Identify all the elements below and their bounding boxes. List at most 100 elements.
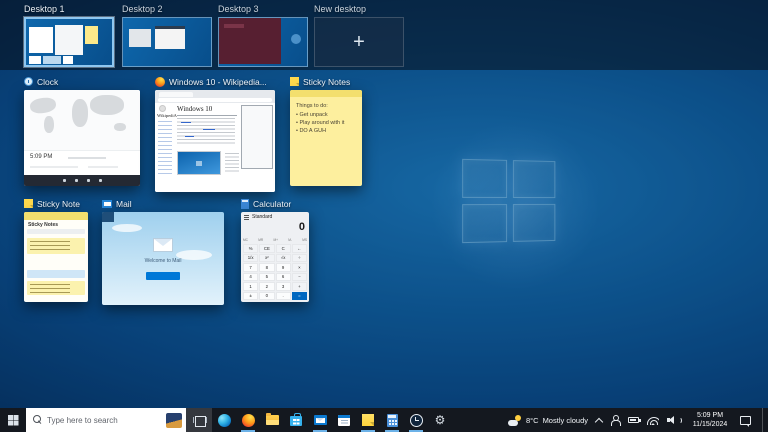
tray-time: 5:09 PM [688, 411, 732, 420]
plus-icon: + [353, 32, 365, 52]
memory-key: MS [302, 238, 307, 242]
key-row: 1/x x² √x ÷ [243, 254, 307, 263]
taskbar-app-firefox[interactable] [236, 408, 260, 432]
taskbar-app-calendar[interactable] [332, 408, 356, 432]
world-clock-time: 5:09 PM [30, 154, 52, 160]
mail-icon [102, 200, 112, 208]
new-desktop-button[interactable]: + [314, 17, 404, 67]
new-desktop-group: New desktop + [314, 4, 404, 67]
mini-wallpaper-glow [291, 34, 301, 44]
taskbar-app-mail[interactable] [308, 408, 332, 432]
desktop-3-thumbnail[interactable] [218, 17, 308, 67]
chevron-up-icon[interactable] [595, 417, 603, 425]
window-thumb-mail: Mail Welcome to Mail [102, 198, 224, 305]
key-row: 7 8 9 × [243, 263, 307, 272]
partly-cloudy-icon [508, 415, 522, 426]
clock-window-preview[interactable]: 5:09 PM [24, 90, 140, 186]
calc-key: C [276, 244, 291, 253]
calc-key: 4 [243, 273, 258, 282]
desktop-2-label: Desktop 2 [122, 4, 212, 14]
window-thumb-sticky-note-list: Sticky Note Sticky Notes [24, 198, 88, 302]
calc-key: CE [259, 244, 274, 253]
taskbar-app-microsoft-edge[interactable] [212, 408, 236, 432]
key-row: 4 5 6 − [243, 273, 307, 282]
network-icon[interactable] [647, 416, 659, 425]
memory-key: M- [288, 238, 292, 242]
wikipedia-wordmark: WikipediA [157, 113, 177, 118]
volume-icon[interactable] [667, 415, 680, 425]
gear-icon [435, 414, 446, 427]
sticky-notes-list-preview[interactable]: Sticky Notes [24, 212, 88, 302]
taskbar-app-sticky-notes[interactable] [356, 408, 380, 432]
desktop-2-thumbnail[interactable] [122, 17, 212, 67]
sticky-notes-icon [362, 414, 374, 426]
calc-key: ÷ [292, 254, 307, 263]
calculator-keypad: % CE C ← 1/x x² √x ÷ 7 8 9 × [243, 244, 307, 300]
calc-key-equals: = [292, 292, 307, 301]
article-text [225, 153, 239, 173]
taskbar-search-box[interactable] [26, 408, 186, 432]
people-icon[interactable] [610, 415, 620, 425]
wikipedia-page: WikipediA Windows 10 [155, 103, 275, 192]
edge-icon [218, 414, 231, 427]
window-title: Mail [116, 199, 132, 209]
window-title-row: Windows 10 - Wikipedia... [155, 76, 275, 87]
window-title-row: Clock [24, 76, 140, 87]
calc-key: 3 [276, 282, 291, 291]
taskbar-clock[interactable]: 5:09 PM 11/15/2024 [688, 411, 732, 429]
browser-window-preview[interactable]: WikipediA Windows 10 [155, 90, 275, 192]
map-landmass [44, 116, 54, 133]
window-title-row: Sticky Note [24, 198, 88, 209]
note-text-line: Things to do: [296, 103, 328, 109]
sticky-note-window-preview[interactable]: Things to do: • Get unpack • Play around… [290, 90, 362, 186]
show-desktop-button[interactable] [762, 408, 765, 432]
calc-key: √x [276, 254, 291, 263]
cloud [112, 224, 142, 232]
mail-window-preview[interactable]: Welcome to Mail [102, 212, 224, 305]
mini-window [29, 27, 53, 53]
search-icon [33, 415, 43, 425]
action-center-icon[interactable] [740, 416, 751, 425]
file-explorer-icon [266, 415, 279, 425]
taskbar-app-microsoft-store[interactable] [284, 408, 308, 432]
firefox-icon [155, 77, 165, 87]
calc-key: ± [243, 292, 258, 301]
start-button[interactable] [0, 408, 26, 432]
calc-key: + [292, 282, 307, 291]
taskbar-app-alarms-clock[interactable] [404, 408, 428, 432]
taskbar-app-calculator[interactable] [380, 408, 404, 432]
note-header-bar [290, 90, 362, 97]
window-thumb-sticky-notes: Sticky Notes Things to do: • Get unpack … [290, 76, 362, 186]
weather-widget[interactable]: 8°C Mostly cloudy [508, 415, 588, 426]
map-landmass [114, 123, 126, 131]
search-highlight-image[interactable] [166, 413, 182, 428]
task-view-button[interactable] [186, 408, 212, 432]
note-list-item-selected [27, 270, 85, 278]
nav-icon [75, 179, 78, 182]
memory-key: MC [243, 238, 248, 242]
browser-tab [159, 92, 193, 97]
window-thumb-calculator: Calculator Standard 0 MC MR M+ M- MS % C… [241, 198, 309, 302]
calc-key: 5 [259, 273, 274, 282]
desktop-1-thumbnail[interactable] [24, 17, 114, 67]
mail-get-started-button [146, 272, 180, 280]
text-line [68, 157, 106, 159]
calc-key: 1 [243, 282, 258, 291]
address-bar [158, 98, 272, 102]
calc-key: 6 [276, 273, 291, 282]
calc-key: 2 [259, 282, 274, 291]
window-title: Sticky Notes [303, 77, 350, 87]
taskbar-app-file-explorer[interactable] [260, 408, 284, 432]
clock-app-icon [24, 77, 33, 86]
key-row: 1 2 3 + [243, 282, 307, 291]
taskbar-app-settings[interactable] [428, 408, 452, 432]
list-header-bar [24, 212, 88, 220]
search-input[interactable] [47, 416, 162, 425]
calc-key: 1/x [243, 254, 258, 263]
article-title: Windows 10 [177, 105, 212, 113]
calc-key: 9 [276, 263, 291, 272]
calculator-window-preview[interactable]: Standard 0 MC MR M+ M- MS % CE C ← 1/x x… [241, 212, 309, 302]
mail-welcome-text: Welcome to Mail [102, 258, 224, 264]
battery-icon[interactable] [628, 417, 639, 423]
system-tray: 8°C Mostly cloudy 5:09 PM 11/15/2024 [508, 408, 768, 432]
